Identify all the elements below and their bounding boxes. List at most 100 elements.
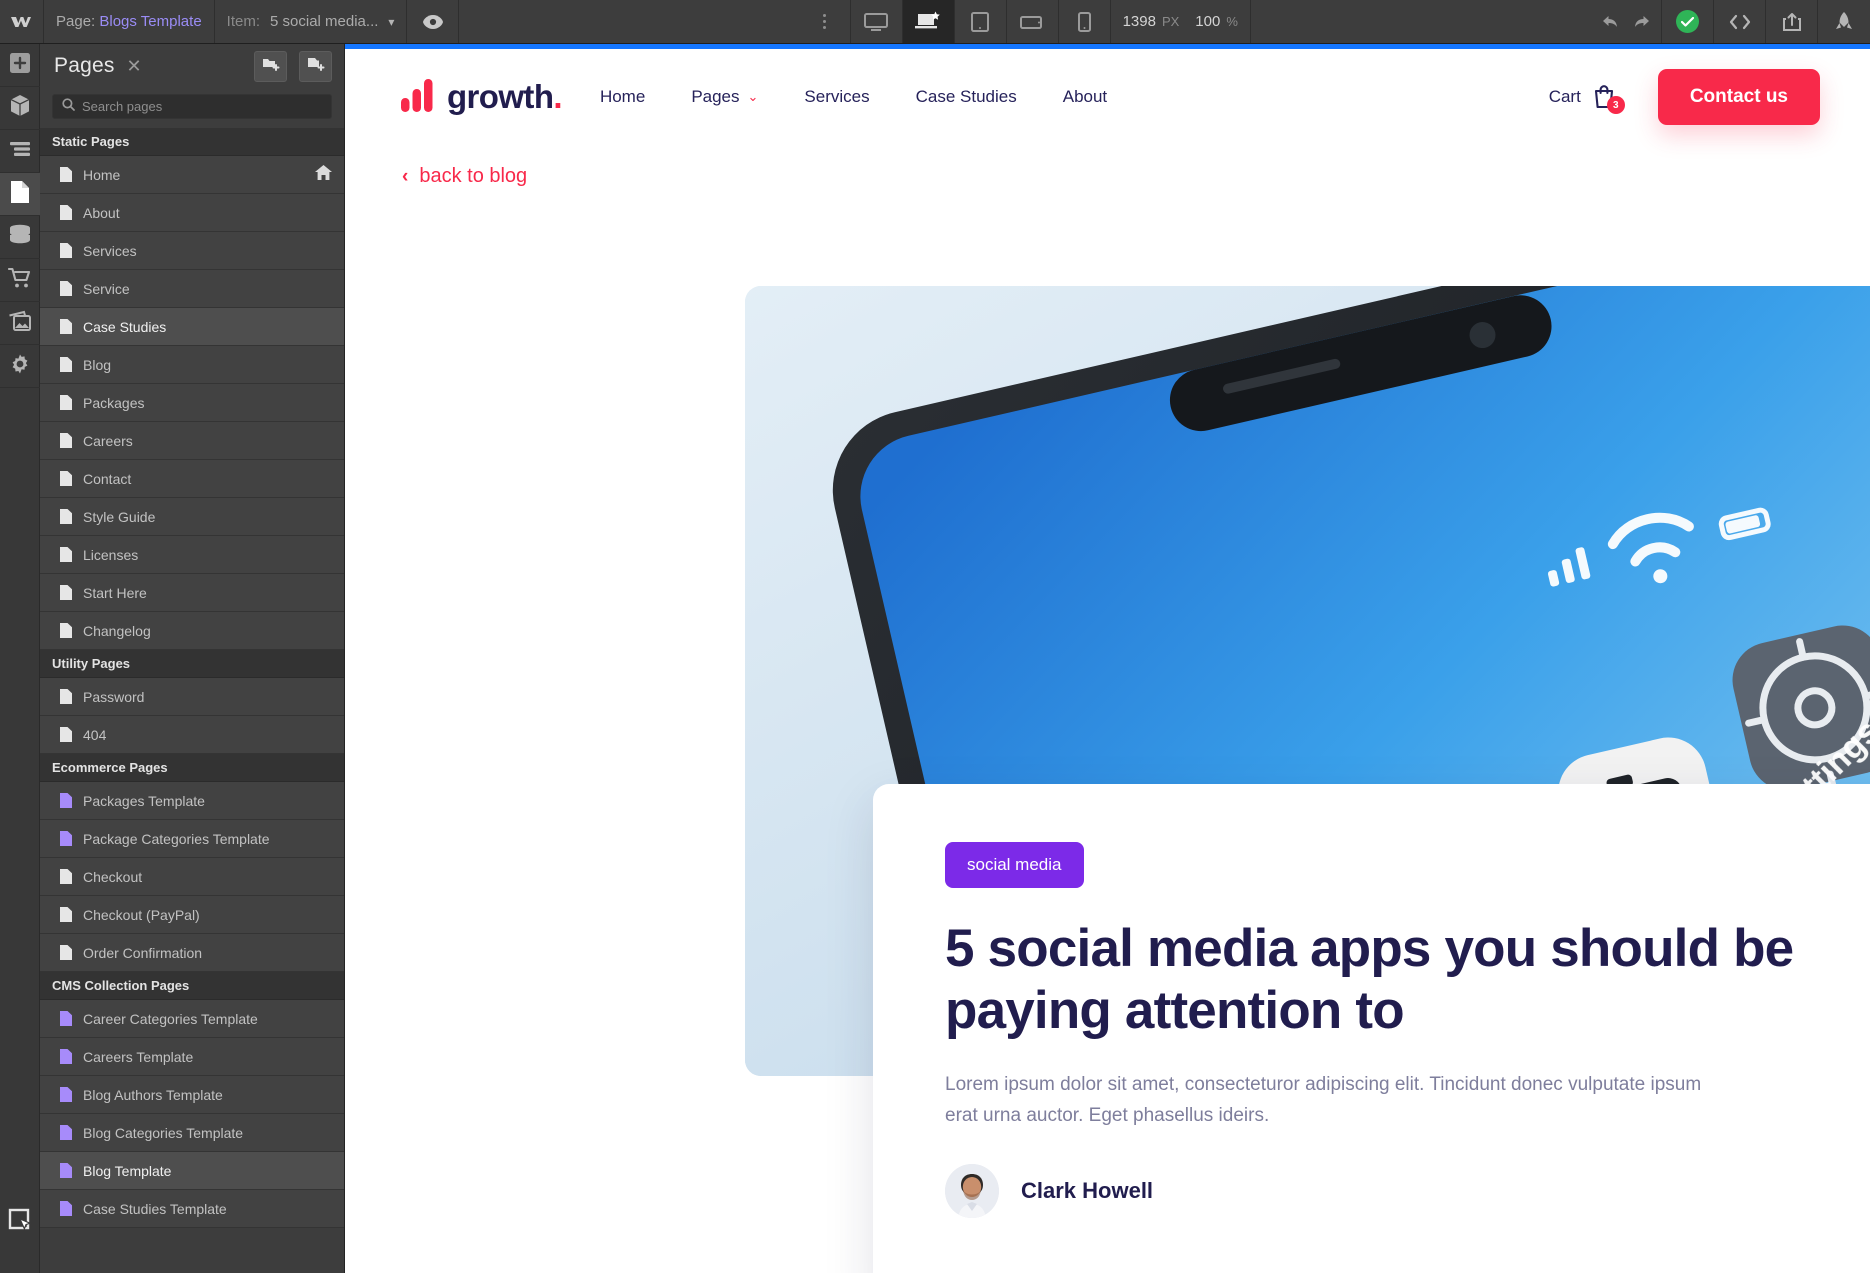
breakpoint-desktop-xl-button[interactable]	[851, 0, 903, 43]
undo-redo-group[interactable]	[1590, 0, 1662, 43]
search-input[interactable]	[82, 99, 322, 114]
page-list-item-label: Changelog	[83, 622, 151, 639]
item-selector[interactable]: Item: 5 social media... ▾	[215, 0, 408, 43]
ecommerce-button[interactable]	[0, 259, 40, 302]
navigator-button[interactable]	[0, 130, 40, 173]
home-icon	[315, 164, 332, 185]
chevron-down-icon: ⌄	[747, 89, 759, 104]
page-list-item[interactable]: Home	[40, 156, 344, 194]
page-list-item[interactable]: Service	[40, 270, 344, 308]
page-list-item-label: Package Categories Template	[83, 830, 270, 847]
webflow-logo-icon	[9, 9, 35, 35]
toolbar-more-button[interactable]	[799, 0, 851, 43]
page-list-item[interactable]: Blog Categories Template	[40, 1114, 344, 1152]
pages-list[interactable]: Static Pages Home About Services Service Case…	[40, 128, 344, 1273]
breakpoint-tablet-button[interactable]	[955, 0, 1007, 43]
plus-square-icon	[9, 52, 31, 79]
page-title: Pages	[54, 54, 115, 77]
site-nav-links[interactable]: Home Pages ⌄ Services Case Studies About	[600, 87, 1107, 107]
page-list-item[interactable]: Blog Authors Template	[40, 1076, 344, 1114]
back-to-blog-link[interactable]: ‹ back to blog	[402, 165, 527, 188]
page-icon	[60, 205, 72, 220]
design-canvas[interactable]: growth. Home Pages ⌄ Services Case Studies Ab…	[345, 44, 1870, 1273]
page-list-item[interactable]: Changelog	[40, 612, 344, 650]
new-folder-button[interactable]	[254, 50, 287, 82]
contact-us-button[interactable]: Contact us	[1657, 69, 1820, 125]
close-icon[interactable]: ✕	[127, 57, 142, 75]
monitor-icon	[863, 12, 889, 32]
page-list-item[interactable]: Packages	[40, 384, 344, 422]
toolbar-gap-right	[1251, 0, 1590, 43]
images-icon	[8, 310, 32, 337]
search-box[interactable]	[52, 94, 332, 119]
back-to-blog-label: back to blog	[419, 165, 528, 187]
export-share-button[interactable]	[1766, 0, 1818, 43]
page-list-item[interactable]: Careers Template	[40, 1038, 344, 1076]
page-list-item-label: Style Guide	[83, 508, 156, 525]
site-navbar: growth. Home Pages ⌄ Services Case Studies Ab…	[345, 49, 1870, 145]
nav-link-services[interactable]: Services	[804, 87, 869, 107]
page-list-item[interactable]: About	[40, 194, 344, 232]
page-list-item[interactable]: Contact	[40, 460, 344, 498]
page-list-item[interactable]: 404	[40, 716, 344, 754]
cart-label: Cart	[1548, 87, 1581, 106]
page-list-item[interactable]: Career Categories Template	[40, 1000, 344, 1038]
nav-link-home[interactable]: Home	[600, 87, 645, 107]
check-circle-icon	[1676, 10, 1699, 33]
page-list-item-label: Packages	[83, 394, 145, 411]
canvas-width-unit: PX	[1161, 14, 1180, 29]
page-list-item[interactable]: Order Confirmation	[40, 934, 344, 972]
preview-toggle-button[interactable]	[407, 0, 460, 43]
pages-section-heading: Utility Pages	[40, 650, 344, 678]
page-list-item[interactable]: Checkout (PayPal)	[40, 896, 344, 934]
zoom-value[interactable]: 100	[1195, 13, 1220, 30]
publish-button[interactable]	[1818, 0, 1870, 43]
cms-button[interactable]	[0, 216, 40, 259]
page-list-item[interactable]: Careers	[40, 422, 344, 460]
page-list-item[interactable]: Packages Template	[40, 782, 344, 820]
components-button[interactable]	[0, 87, 40, 130]
new-page-button[interactable]	[299, 50, 332, 82]
page-selector[interactable]: Page: Blogs Template	[44, 0, 215, 43]
site-logo[interactable]: growth.	[400, 78, 563, 117]
add-elements-button[interactable]	[0, 44, 40, 87]
nav-link-case-studies[interactable]: Case Studies	[916, 87, 1017, 107]
page-list-item[interactable]: Case Studies Template	[40, 1190, 344, 1228]
page-list-item[interactable]: Case Studies	[40, 308, 344, 346]
page-list-item[interactable]: Licenses	[40, 536, 344, 574]
webflow-logo-button[interactable]	[0, 0, 44, 43]
page-list-item[interactable]: Style Guide	[40, 498, 344, 536]
canvas-size-controls[interactable]: 1398 PX 100 %	[1111, 0, 1251, 43]
select-cursor-indicator[interactable]	[8, 1208, 36, 1241]
article-category-tag[interactable]: social media	[945, 842, 1084, 888]
canvas-width-value[interactable]: 1398	[1123, 13, 1156, 30]
settings-button[interactable]	[0, 345, 40, 388]
page-icon	[10, 180, 30, 209]
page-list-item-label: Password	[83, 688, 145, 705]
pages-button[interactable]	[0, 173, 40, 216]
cart-link[interactable]: Cart 3	[1548, 83, 1625, 114]
breakpoint-mobile-landscape-button[interactable]	[1007, 0, 1059, 43]
page-icon	[60, 243, 72, 258]
breakpoint-mobile-portrait-button[interactable]	[1059, 0, 1111, 43]
page-list-item[interactable]: Blog Template	[40, 1152, 344, 1190]
search-icon	[62, 97, 75, 116]
nav-link-pages[interactable]: Pages ⌄	[691, 87, 758, 107]
page-icon	[60, 727, 72, 742]
page-list-item[interactable]: Checkout	[40, 858, 344, 896]
save-status-button[interactable]	[1662, 0, 1714, 43]
page-list-item[interactable]: Blog	[40, 346, 344, 384]
redo-icon[interactable]	[1631, 14, 1651, 30]
page-list-item[interactable]: Start Here	[40, 574, 344, 612]
page-list-item[interactable]: Package Categories Template	[40, 820, 344, 858]
breakpoint-desktop-base-button[interactable]	[902, 0, 955, 43]
page-icon	[60, 907, 72, 922]
undo-icon[interactable]	[1601, 14, 1621, 30]
assets-button[interactable]	[0, 302, 40, 345]
nav-link-about[interactable]: About	[1063, 87, 1107, 107]
custom-code-button[interactable]	[1714, 0, 1766, 43]
page-list-item[interactable]: Services	[40, 232, 344, 270]
cart-count-badge: 3	[1606, 96, 1625, 114]
chevron-down-icon: ▾	[388, 14, 395, 29]
page-list-item[interactable]: Password	[40, 678, 344, 716]
